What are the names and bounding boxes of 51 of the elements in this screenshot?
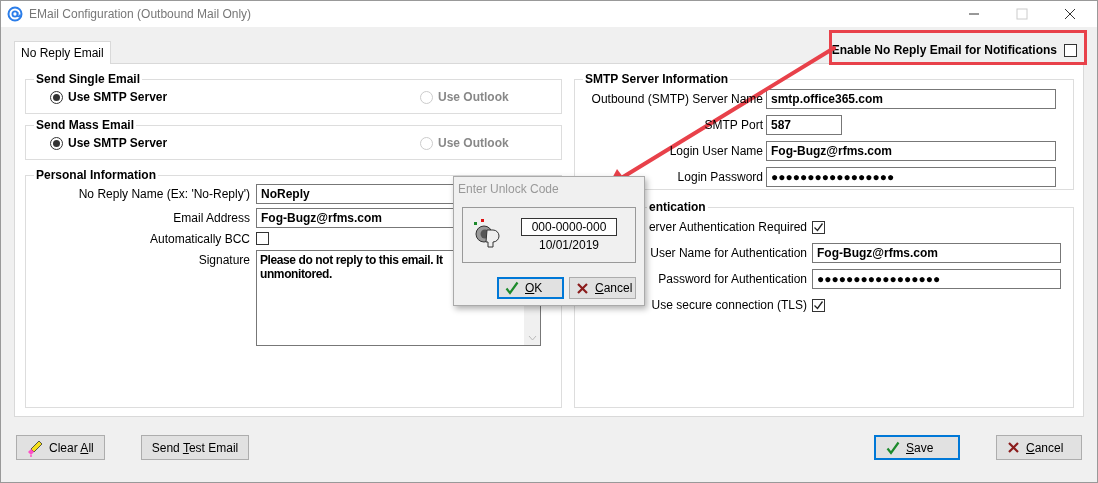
radio-button[interactable] [50,90,63,104]
button[interactable]: Cancel [996,435,1082,460]
input-field[interactable]: ●●●●●●●●●●●●●●●●● [812,269,1061,289]
button[interactable]: Cancel [569,277,636,299]
field-label: Login User Name [668,144,763,158]
button[interactable]: OK [497,277,564,299]
code-field[interactable]: 000-0000-000 [521,218,617,236]
key-icon [473,219,501,251]
radio-label: Use SMTP Server [68,90,168,104]
radio-button[interactable] [50,136,63,150]
input-field[interactable]: 587 [766,115,842,135]
checkbox[interactable] [812,220,825,234]
checkbox[interactable] [1064,43,1077,57]
button[interactable]: Clear All [16,435,105,460]
input-field[interactable]: Fog-Bugz@rfms.com [812,243,1061,263]
radio-label: Use Outlook [438,90,509,104]
input-field[interactable]: smtp.office365.com [766,89,1056,109]
date-text: 10/01/2019 [538,238,600,252]
group-title: Send Mass Email [35,118,136,132]
checkmark-icon [886,440,900,455]
field-label: User Name for Authentication [649,246,807,260]
close-icon[interactable] [1064,8,1076,20]
field-label: Password for Authentication [657,272,807,286]
cross-icon [1007,441,1020,454]
option-label: Enable No Reply Email for Notifications [831,43,1057,57]
field-label: Login Password [676,170,763,184]
eraser-icon [27,438,43,457]
radio-label: Use Outlook [438,136,509,150]
group-title: Personal Information [35,168,158,182]
input-field[interactable]: ●●●●●●●●●●●●●●●●● [766,167,1056,187]
field-label: Automatically BCC [148,232,250,246]
cross-icon [576,281,589,295]
button[interactable]: Save [874,435,960,460]
signature-text: unmonitored. [260,267,333,281]
signature-text: Please do not reply to this email. It [260,253,444,267]
field-label: Email Address [172,210,250,225]
button[interactable]: Send Test Email [140,435,250,460]
field-label: No Reply Name (Ex: 'No-Reply') [77,186,250,201]
checkbox[interactable] [812,298,825,312]
at-sign-icon [7,6,23,22]
group-title: SMTP Server Information [584,72,730,86]
checkbox[interactable] [256,232,269,245]
group-title: entication [648,200,707,214]
checkmark-icon [505,281,519,295]
window-title: EMail Configuration (Outbound Mail Only) [29,7,252,21]
tab[interactable]: No Reply Email [14,41,111,64]
field-label: Signature [197,252,250,267]
input-field[interactable]: Fog-Bugz@rfms.com [766,141,1056,161]
field-label: Use secure connection (TLS) [650,298,807,312]
radio-label: Use SMTP Server [68,136,168,150]
group-title: Send Single Email [35,72,142,86]
